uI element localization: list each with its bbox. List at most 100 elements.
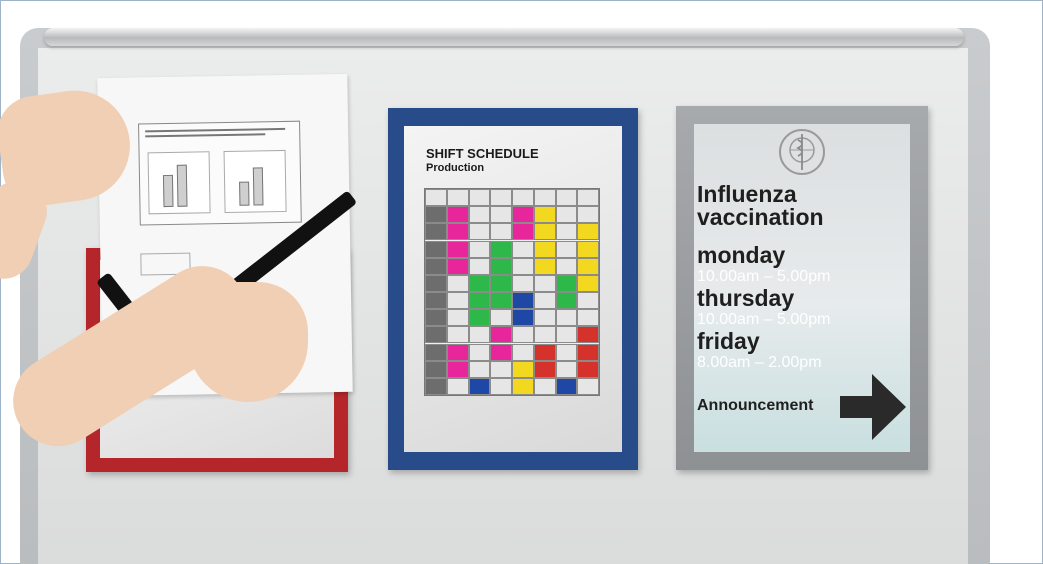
schedule-cell	[425, 343, 447, 361]
schedule-cell	[468, 189, 491, 207]
schedule-cell	[533, 377, 556, 395]
schedule-cell	[533, 257, 556, 275]
schedule-cell	[425, 292, 447, 310]
poster-time-friday: 8.00am – 2.00pm	[697, 354, 822, 371]
schedule-cell	[446, 360, 469, 378]
poster-heading-line2: vaccination	[697, 204, 824, 230]
schedule-cell	[490, 206, 512, 224]
schedule-cell	[577, 377, 599, 395]
schedule-cell	[425, 326, 447, 344]
schedule-cell	[490, 377, 512, 395]
schedule-cell	[577, 223, 599, 241]
schedule-cell	[577, 326, 599, 344]
schedule-cell	[425, 206, 447, 224]
schedule-cell	[555, 189, 578, 207]
schedule-cell	[490, 240, 512, 258]
poster-day-monday: monday	[697, 242, 786, 268]
schedule-cell	[533, 360, 556, 378]
schedule-cell	[468, 257, 491, 275]
poster-heading: Influenza vaccination	[697, 183, 897, 229]
schedule-cell	[446, 274, 469, 292]
schedule-cell	[512, 343, 534, 361]
schedule-cell	[577, 257, 599, 275]
schedule-cell	[490, 189, 512, 207]
schedule-title: SHIFT SCHEDULE	[426, 146, 539, 161]
paper-mini-chart-right	[223, 149, 287, 214]
schedule-cell	[555, 206, 578, 224]
poster-announcement: Announcement	[697, 397, 814, 414]
schedule-cell	[555, 223, 578, 241]
schedule-cell	[425, 274, 447, 292]
schedule-cell	[577, 360, 599, 378]
schedule-cell	[468, 223, 491, 241]
schedule-cell	[555, 274, 578, 292]
schedule-cell	[490, 343, 512, 361]
poster-time-monday: 10.00am – 5.00pm	[697, 268, 831, 285]
schedule-subtitle: Production	[426, 162, 485, 174]
schedule-cell	[533, 223, 556, 241]
schedule-cell	[425, 377, 447, 395]
schedule-cell	[533, 343, 556, 361]
schedule-cell	[446, 343, 469, 361]
schedule-cell	[468, 326, 491, 344]
who-emblem-icon	[779, 129, 825, 175]
schedule-cell	[425, 257, 447, 275]
schedule-cell	[533, 326, 556, 344]
schedule-cell	[577, 274, 599, 292]
schedule-grid	[424, 188, 600, 396]
schedule-cell	[446, 223, 469, 241]
schedule-cell	[512, 326, 534, 344]
schedule-cell	[446, 189, 469, 207]
schedule-cell	[512, 377, 534, 395]
schedule-cell	[446, 377, 469, 395]
schedule-cell	[555, 292, 578, 310]
schedule-cell	[533, 189, 556, 207]
schedule-cell	[425, 223, 447, 241]
schedule-cell	[490, 257, 512, 275]
schedule-cell	[577, 292, 599, 310]
arrow-right-icon	[840, 374, 906, 440]
schedule-cell	[468, 360, 491, 378]
schedule-cell	[446, 240, 469, 258]
schedule-cell	[512, 360, 534, 378]
schedule-cell	[446, 326, 469, 344]
schedule-cell	[533, 309, 556, 327]
schedule-cell	[512, 257, 534, 275]
schedule-cell	[468, 377, 491, 395]
schedule-cell	[533, 292, 556, 310]
schedule-cell	[512, 240, 534, 258]
schedule-cell	[490, 223, 512, 241]
schedule-cell	[425, 309, 447, 327]
scene: SHIFT SCHEDULE Production Influenza vacc…	[0, 0, 1043, 564]
schedule-cell	[446, 257, 469, 275]
poster-day-thursday: thursday	[697, 285, 795, 311]
schedule-cell	[577, 343, 599, 361]
schedule-cell	[468, 206, 491, 224]
schedule-cell	[555, 377, 578, 395]
schedule-cell	[512, 206, 534, 224]
schedule-cell	[425, 189, 447, 207]
schedule-cell	[468, 292, 491, 310]
schedule-cell	[512, 274, 534, 292]
schedule-cell	[577, 240, 599, 258]
schedule-cell	[555, 309, 578, 327]
schedule-cell	[577, 206, 599, 224]
schedule-cell	[555, 326, 578, 344]
paper-mini-chart-left	[147, 151, 211, 215]
schedule-cell	[425, 360, 447, 378]
paper-document-heading-lines	[145, 127, 295, 138]
schedule-cell	[468, 309, 491, 327]
schedule-cell	[512, 223, 534, 241]
schedule-cell	[555, 240, 578, 258]
schedule-cell	[468, 240, 491, 258]
schedule-cell	[446, 292, 469, 310]
schedule-cell	[490, 309, 512, 327]
schedule-cell	[533, 240, 556, 258]
schedule-cell	[468, 274, 491, 292]
schedule-cell	[512, 309, 534, 327]
schedule-cell	[468, 343, 491, 361]
schedule-cell	[490, 274, 512, 292]
poster-day-friday: friday	[697, 328, 760, 354]
poster-heading-line1: Influenza	[697, 181, 797, 207]
schedule-cell	[490, 360, 512, 378]
